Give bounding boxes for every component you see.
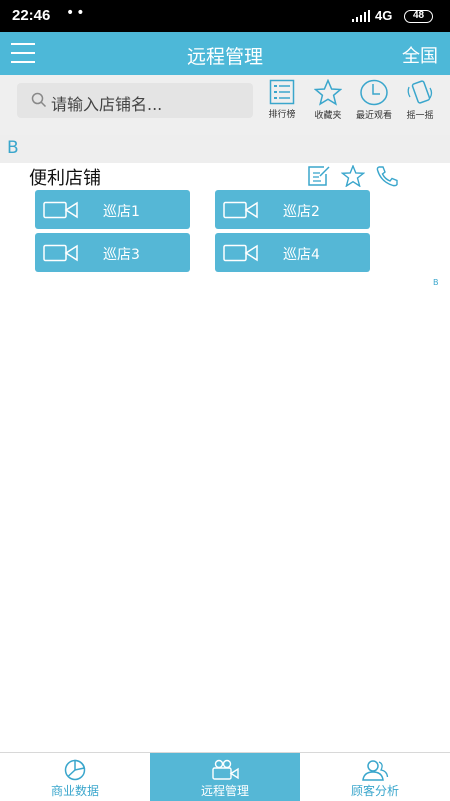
toolbar-recent-button[interactable]: 最近观看: [352, 79, 396, 131]
region-selector[interactable]: 全国: [402, 42, 438, 68]
search-input[interactable]: 请输入店铺名...: [17, 83, 253, 118]
section-header: B: [0, 135, 450, 163]
app-header: 远程管理 全国: [0, 32, 450, 75]
edit-icon[interactable]: [307, 165, 331, 187]
tab-label: 远程管理: [200, 784, 249, 798]
status-time: 22:46: [12, 7, 51, 24]
pie-chart-icon: [64, 759, 86, 781]
video-camera-icon: [223, 201, 258, 219]
page-title: 远程管理: [186, 46, 263, 68]
tab-label: 商业数据: [50, 784, 99, 798]
clock-icon: [360, 79, 388, 106]
camera-label: 巡店4: [283, 247, 320, 263]
section-letter: B: [7, 138, 19, 158]
toolbar-shake-button[interactable]: 摇一摇: [398, 79, 442, 131]
video-camera-icon: [223, 244, 258, 262]
battery-level: 48: [412, 10, 425, 21]
video-camera-icon: [212, 759, 239, 780]
camera-label: 巡店2: [283, 204, 320, 220]
toolbar-ranking-button[interactable]: 排行榜: [260, 79, 304, 131]
camera-label: 巡店1: [103, 204, 140, 220]
status-bar: 22:46 •• 4G 48: [0, 0, 450, 32]
tab-customer-analysis[interactable]: 顾客分析: [300, 753, 450, 801]
tab-label: 顾客分析: [350, 784, 399, 798]
toolbar: 请输入店铺名... 排行榜 收藏夹 最近观看 摇一摇: [0, 75, 450, 135]
users-icon: [362, 760, 389, 781]
camera-button-2[interactable]: 巡店2: [215, 190, 370, 229]
phone-icon[interactable]: [375, 165, 399, 187]
network-type: 4G: [375, 8, 393, 23]
index-letter[interactable]: B: [433, 278, 439, 287]
camera-button-1[interactable]: 巡店1: [35, 190, 190, 229]
store-name: 便利店铺: [29, 168, 101, 189]
camera-button-4[interactable]: 巡店4: [215, 233, 370, 272]
star-icon: [314, 79, 342, 106]
search-icon: [31, 92, 47, 108]
status-notification-dots: ••: [66, 5, 87, 21]
toolbar-shake-label: 摇一摇: [406, 111, 434, 121]
toolbar-recent-label: 最近观看: [355, 111, 392, 121]
camera-button-3[interactable]: 巡店3: [35, 233, 190, 272]
star-outline-icon[interactable]: [341, 165, 365, 187]
signal-icon: [352, 10, 370, 22]
tab-remote-management[interactable]: 远程管理: [150, 753, 300, 801]
toolbar-favorites-label: 收藏夹: [314, 111, 342, 121]
video-camera-icon: [43, 201, 78, 219]
toolbar-ranking-label: 排行榜: [268, 110, 296, 120]
shake-phone-icon: [407, 80, 433, 104]
bottom-nav: 商业数据 远程管理 顾客分析: [0, 752, 450, 801]
toolbar-favorites-button[interactable]: 收藏夹: [306, 79, 350, 131]
camera-label: 巡店3: [103, 247, 140, 263]
search-placeholder: 请输入店铺名...: [51, 95, 163, 114]
video-camera-icon: [43, 244, 78, 262]
battery-icon: 48: [404, 10, 433, 23]
tab-business-data[interactable]: 商业数据: [0, 753, 150, 801]
ranking-list-icon: [269, 79, 295, 105]
